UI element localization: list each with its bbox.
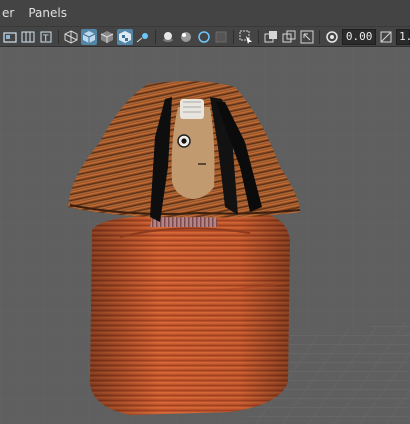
toolbar-separator [233,29,235,44]
exposure-icon[interactable] [324,29,340,45]
menu-bar: er Panels [0,0,410,27]
gamma-field[interactable]: 1. [396,28,410,45]
viewport-toolbar: T 0.00 1. [0,27,410,47]
character-face [171,99,215,199]
grid-icon[interactable] [20,29,36,45]
isolate-icon[interactable] [196,29,212,45]
render-icon[interactable] [281,29,297,45]
textured-cube-icon[interactable] [99,29,115,45]
light-icon[interactable] [135,29,151,45]
toolbar-separator [258,29,260,44]
checker-cube-icon[interactable] [116,28,133,45]
toolbar-separator [154,29,156,44]
3d-viewport[interactable] [0,47,410,424]
wireframe-cube-icon[interactable] [63,29,79,45]
snapshot-icon[interactable] [263,29,279,45]
camera-icon[interactable] [2,29,18,45]
menu-item-panels[interactable]: Panels [28,6,67,20]
bookmark-icon[interactable]: T [38,29,54,45]
menu-item-renderer[interactable]: er [2,6,14,20]
toolbar-separator [319,29,321,44]
select-icon[interactable] [238,29,254,45]
robe-barrel [90,213,290,415]
xray-icon[interactable] [213,29,229,45]
toolbar-separator [57,29,59,44]
gamma-icon[interactable] [378,29,394,45]
sphere-lit-icon[interactable] [178,29,194,45]
exposure-field[interactable]: 0.00 [342,28,377,45]
sphere-shaded-icon[interactable] [160,29,176,45]
svg-text:T: T [42,34,49,44]
export-icon[interactable] [299,29,315,45]
shaded-cube-icon[interactable] [80,28,97,45]
viewport-scene [0,47,410,424]
